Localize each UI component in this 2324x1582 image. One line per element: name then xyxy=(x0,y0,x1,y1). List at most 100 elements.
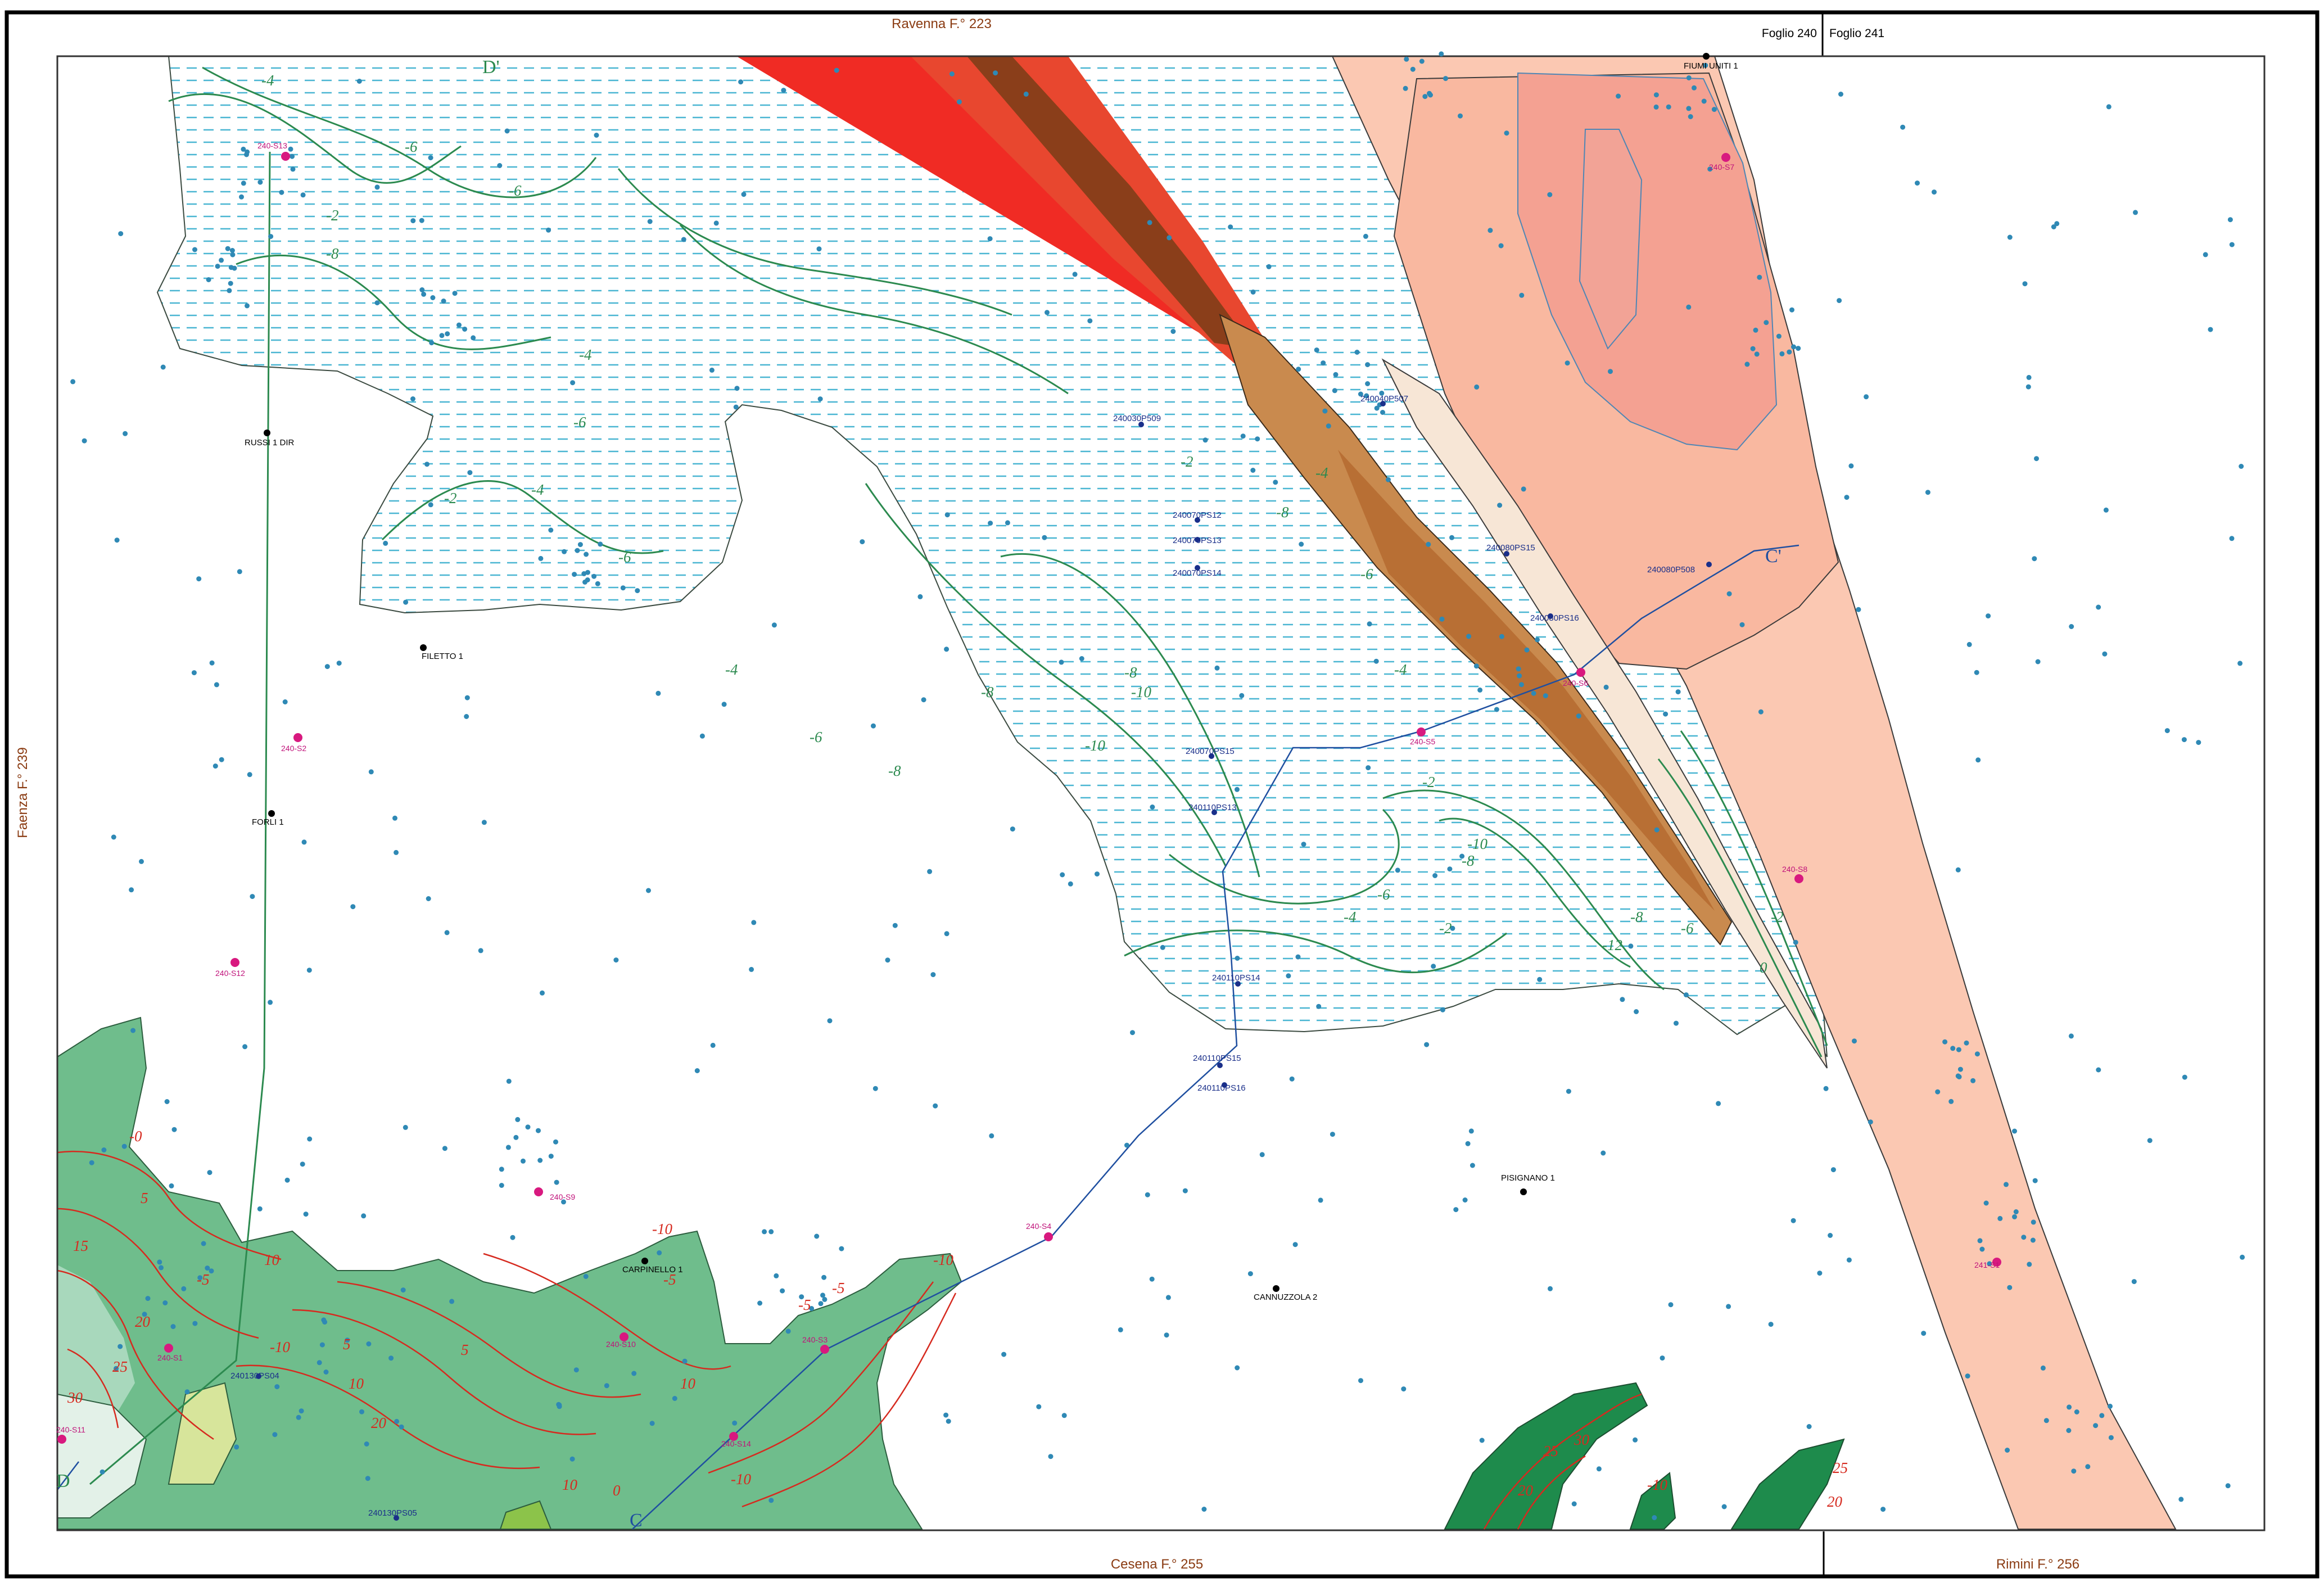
observation-point xyxy=(2147,1138,2153,1143)
borehole-label: 240-S1 xyxy=(157,1353,183,1362)
observation-point xyxy=(2066,1428,2072,1433)
observation-point xyxy=(1711,107,1717,112)
observation-point xyxy=(1948,1099,1954,1104)
observation-point xyxy=(1791,344,1796,350)
observation-point xyxy=(245,303,250,309)
observation-point xyxy=(456,322,462,328)
observation-point xyxy=(536,1128,541,1133)
observation-point xyxy=(1286,973,1291,979)
observation-point xyxy=(1322,408,1328,414)
deep-contour-label: -5 xyxy=(798,1296,811,1313)
observation-point xyxy=(1846,1257,1852,1263)
observation-point xyxy=(2240,1254,2245,1260)
observation-point xyxy=(1823,1086,1829,1091)
observation-point xyxy=(1964,1040,1969,1046)
observation-point xyxy=(585,577,590,582)
observation-point xyxy=(1410,66,1416,72)
observation-point xyxy=(1473,663,1479,669)
observation-point xyxy=(464,695,470,700)
observation-point xyxy=(1942,1039,1948,1045)
foglio-label-left: Foglio 240 xyxy=(1762,27,1817,40)
observation-point xyxy=(1266,264,1272,269)
observation-point xyxy=(209,660,215,666)
observation-point xyxy=(1864,394,1869,400)
observation-point xyxy=(1983,1200,1989,1206)
observation-point xyxy=(1686,75,1692,80)
observation-point xyxy=(581,571,587,576)
observation-point xyxy=(2012,1214,2017,1219)
observation-point xyxy=(2069,624,2074,629)
observation-point xyxy=(279,189,284,195)
observation-point xyxy=(1395,867,1400,873)
observation-point xyxy=(1499,634,1504,639)
observation-point xyxy=(1299,541,1304,547)
observation-point xyxy=(1565,360,1570,366)
observation-point xyxy=(364,1441,369,1447)
observation-point xyxy=(1439,616,1445,622)
observation-point xyxy=(557,1404,562,1409)
observation-point xyxy=(583,1274,589,1279)
observation-point xyxy=(1935,1089,1941,1095)
borehole-label: 240-S11 xyxy=(56,1425,85,1434)
penetrometer-label: 240070PS13 xyxy=(1173,536,1222,545)
observation-point xyxy=(821,1274,827,1280)
observation-point xyxy=(1758,709,1764,715)
observation-point xyxy=(768,1229,774,1235)
borehole-marker xyxy=(1044,1232,1053,1241)
observation-point xyxy=(2196,740,2201,745)
observation-point xyxy=(933,1103,938,1109)
shallow-contour-label: -4 xyxy=(1315,464,1328,481)
observation-point xyxy=(300,192,306,198)
observation-point xyxy=(100,1469,105,1475)
observation-point xyxy=(817,396,823,402)
observation-point xyxy=(499,1183,504,1188)
observation-point xyxy=(1753,327,1758,333)
observation-point xyxy=(2178,1497,2184,1502)
observation-point xyxy=(117,1344,123,1349)
observation-point xyxy=(1404,56,1409,62)
observation-point xyxy=(1726,1304,1731,1309)
observation-point xyxy=(123,431,128,436)
deep-contour-label: -10 xyxy=(1647,1476,1667,1493)
observation-point xyxy=(1628,943,1634,949)
deep-contour-label: 25 xyxy=(1543,1443,1558,1459)
observation-point xyxy=(2096,1067,2101,1073)
observation-point xyxy=(290,166,296,172)
shallow-contour-label: -6 xyxy=(810,729,822,745)
observation-point xyxy=(949,71,955,76)
observation-point xyxy=(1228,224,1233,230)
observation-point xyxy=(751,920,757,925)
observation-point xyxy=(241,180,246,186)
shallow-contour-label: -2 xyxy=(326,207,339,224)
observation-point xyxy=(1608,369,1613,374)
observation-point xyxy=(394,849,399,855)
observation-point xyxy=(400,1287,406,1293)
observation-point xyxy=(1576,713,1581,719)
observation-point xyxy=(274,1384,280,1390)
observation-point xyxy=(2108,1435,2114,1440)
observation-point xyxy=(510,1235,516,1240)
observation-point xyxy=(441,299,446,304)
observation-point xyxy=(1318,1197,1323,1203)
deep-well-label: RUSSI 1 DIR xyxy=(245,438,295,448)
borehole-label: 240-S5 xyxy=(1410,737,1435,746)
observation-point xyxy=(288,146,293,152)
observation-point xyxy=(2022,281,2028,287)
observation-point xyxy=(1255,436,1260,442)
observation-point xyxy=(159,1265,164,1271)
observation-point xyxy=(774,1273,779,1278)
observation-point xyxy=(2229,536,2235,541)
deep-well-marker xyxy=(264,430,270,436)
borehole-marker xyxy=(1417,727,1426,736)
observation-point xyxy=(1386,477,1391,482)
observation-point xyxy=(699,733,705,739)
observation-point xyxy=(1042,535,1047,540)
observation-point xyxy=(2067,1404,2072,1410)
observation-point xyxy=(1744,361,1750,367)
observation-point xyxy=(930,972,936,978)
observation-point xyxy=(1521,486,1526,492)
observation-point xyxy=(1259,1152,1265,1158)
shallow-contour-label: -8 xyxy=(1124,664,1137,681)
shallow-contour-label: -4 xyxy=(531,481,544,498)
observation-point xyxy=(1955,867,1961,873)
